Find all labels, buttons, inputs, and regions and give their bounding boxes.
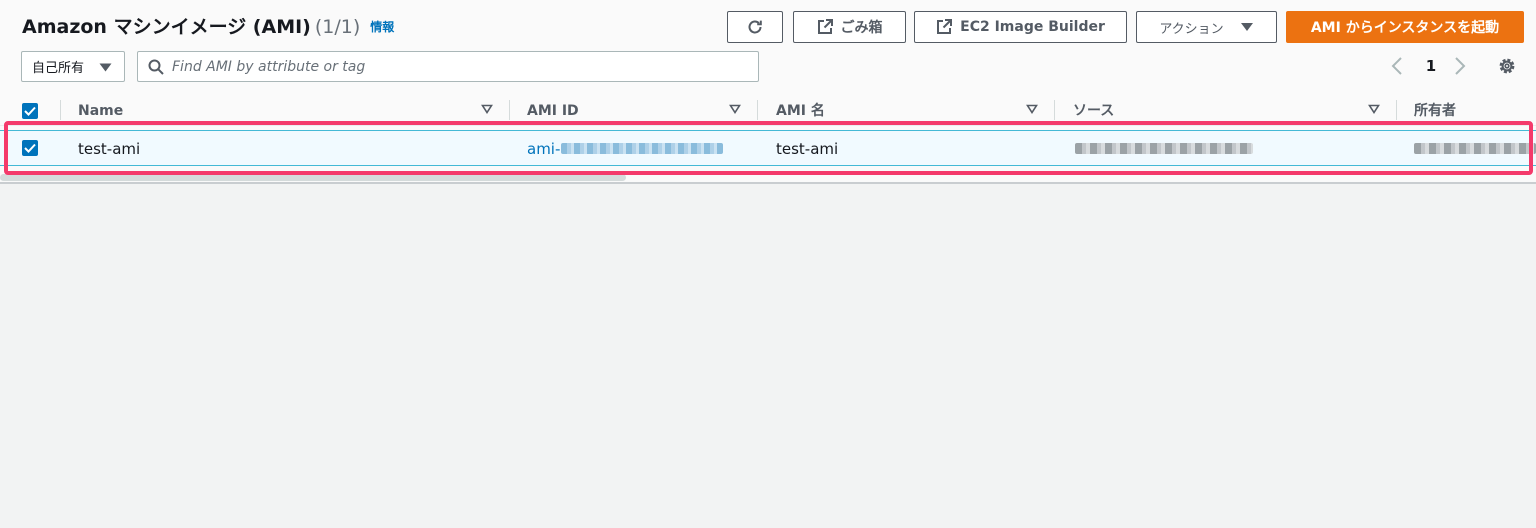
external-link-icon (937, 19, 953, 34)
owner-filter-select[interactable]: 自己所有 (21, 51, 125, 82)
refresh-button[interactable] (727, 11, 783, 43)
caret-down-icon (1240, 23, 1253, 31)
column-header-ami-name[interactable]: AMI 名 (776, 102, 825, 120)
ami-list-panel: Amazon マシンイメージ (AMI) (1/1) 情報 ごみ箱 EC2 Imag… (0, 0, 1536, 184)
checkmark-icon (24, 143, 36, 153)
image-builder-label: EC2 Image Builder (960, 19, 1105, 35)
redacted-ami-id (561, 143, 723, 154)
column-divider (60, 100, 61, 120)
column-divider[interactable] (757, 100, 758, 120)
redacted-owner (1414, 143, 1536, 154)
image-builder-button[interactable]: EC2 Image Builder (914, 11, 1127, 43)
cell-name: test-ami (78, 140, 141, 158)
launch-instance-button[interactable]: AMI からインスタンスを起動 (1286, 11, 1524, 43)
table-header: Name AMI ID AMI 名 ソース 所有者 (0, 96, 1536, 126)
page-title: Amazon マシンイメージ (AMI) (1/1) 情報 (22, 14, 394, 42)
selection-count: (1/1) (314, 16, 361, 38)
gear-icon[interactable] (1497, 56, 1517, 76)
sort-down-icon[interactable] (729, 104, 741, 114)
column-header-source[interactable]: ソース (1073, 102, 1114, 120)
sort-down-icon[interactable] (481, 104, 493, 114)
column-divider[interactable] (1396, 100, 1397, 120)
column-header-owner[interactable]: 所有者 (1414, 102, 1456, 120)
search-icon (148, 59, 164, 75)
info-link[interactable]: 情報 (370, 20, 394, 34)
recycle-bin-button[interactable]: ごみ箱 (793, 11, 906, 43)
actions-dropdown[interactable]: アクション (1136, 11, 1277, 43)
search-box[interactable] (137, 51, 759, 82)
sort-down-icon[interactable] (1368, 104, 1380, 114)
current-page-number[interactable]: 1 (1424, 56, 1438, 76)
column-divider[interactable] (509, 100, 510, 120)
caret-down-icon (99, 63, 112, 72)
checkmark-icon (24, 106, 36, 116)
cell-ami-id-link[interactable]: ami- (527, 140, 560, 158)
page-title-text: Amazon マシンイメージ (AMI) (22, 16, 311, 38)
cell-ami-name: test-ami (776, 140, 839, 158)
horizontal-scrollbar[interactable] (0, 174, 626, 181)
row-checkbox[interactable] (22, 140, 38, 156)
column-header-ami-id[interactable]: AMI ID (527, 102, 579, 120)
actions-label: アクション (1159, 21, 1224, 37)
redacted-source (1075, 143, 1253, 154)
launch-instance-label: AMI からインスタンスを起動 (1310, 20, 1500, 36)
chevron-left-icon[interactable] (1391, 56, 1403, 76)
recycle-bin-label: ごみ箱 (840, 20, 883, 36)
table-row[interactable]: test-ami ami- test-ami (0, 130, 1536, 166)
select-all-checkbox[interactable] (22, 103, 38, 119)
column-header-name[interactable]: Name (78, 102, 123, 120)
refresh-icon (748, 20, 762, 34)
external-link-icon (817, 19, 833, 34)
owner-filter-value: 自己所有 (32, 61, 85, 76)
column-divider[interactable] (1054, 100, 1055, 120)
search-input[interactable] (172, 58, 732, 75)
chevron-right-icon[interactable] (1454, 56, 1466, 76)
sort-down-icon[interactable] (1026, 104, 1038, 114)
